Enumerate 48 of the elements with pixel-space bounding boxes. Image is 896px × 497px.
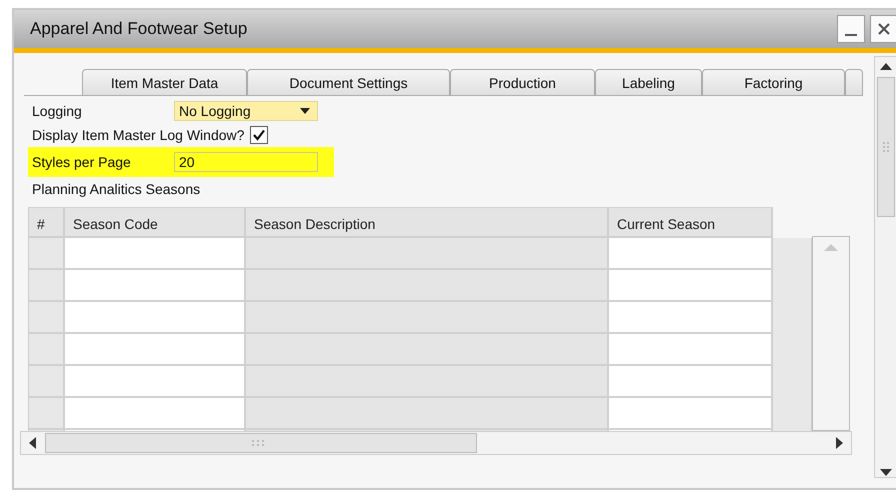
window-title: Apparel And Footwear Setup [30,19,248,39]
scroll-thumb[interactable] [877,77,895,217]
tab[interactable]: Production [450,69,595,96]
table-cell[interactable] [609,238,773,270]
tab[interactable]: Factoring [702,69,845,96]
grip-icon [882,141,890,153]
close-button[interactable] [870,15,896,43]
close-icon [876,21,892,37]
right-arrow-icon [833,436,845,450]
tab[interactable]: Document Settings [247,69,450,96]
caret-icon [299,107,311,115]
scroll-thumb[interactable] [45,433,477,453]
column-header[interactable]: Current Season [609,207,773,238]
tab[interactable] [845,69,863,96]
table-cell[interactable] [609,366,773,398]
field-label: Styles per Page [32,154,132,170]
horizontal-scrollbar[interactable] [20,431,852,455]
tab[interactable]: Item Master Data [82,69,247,96]
section-label: Planning Analitics Seasons [31,180,202,197]
minimize-icon [845,34,857,36]
table-cell[interactable] [65,398,246,430]
table-cell[interactable] [65,238,246,270]
up-arrow-icon [822,241,840,253]
input-field[interactable]: 20 [174,152,318,172]
column-header[interactable]: Season Code [65,207,246,238]
left-arrow-icon [27,436,39,450]
table-cell[interactable] [609,334,773,366]
down-arrow-icon [878,467,894,477]
table-cell[interactable] [609,270,773,302]
column-header[interactable]: # [29,207,65,238]
table-cell[interactable] [609,398,773,430]
table-cell[interactable] [609,302,773,334]
field-label: Display Item Master Log Window? [32,127,244,143]
up-arrow-icon [878,61,894,71]
check-icon [252,128,266,142]
vertical-scrollbar[interactable] [812,236,850,431]
grip-icon [251,439,265,447]
table-cell[interactable] [65,302,246,334]
checkbox[interactable] [250,126,268,144]
tab[interactable]: Labeling [595,69,702,96]
table-cell[interactable] [65,270,246,302]
table-cell[interactable] [65,334,246,366]
logging-dropdown[interactable]: No Logging [174,101,318,121]
field-label: Logging [32,103,83,119]
table-cell[interactable] [65,366,246,398]
vertical-scrollbar[interactable] [874,56,896,478]
column-header[interactable]: Season Description [246,207,609,238]
minimize-button[interactable] [837,15,865,43]
